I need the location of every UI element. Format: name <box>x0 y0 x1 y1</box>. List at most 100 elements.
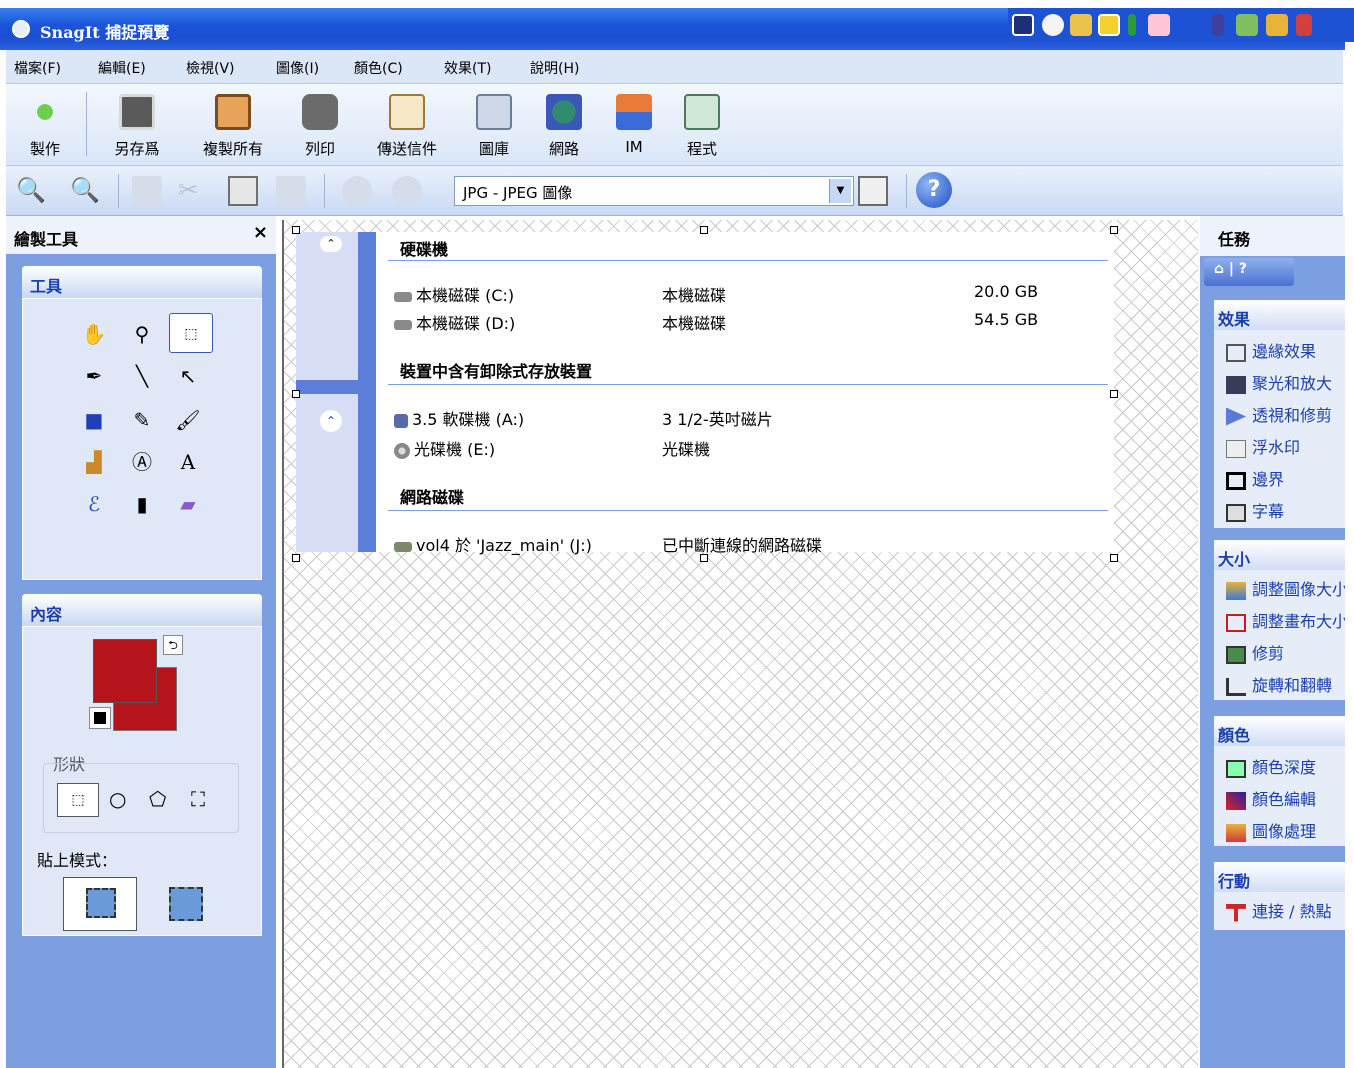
tray-icon-7[interactable] <box>1212 14 1224 36</box>
capture-canvas[interactable]: ⌃ ⌃ 硬碟機 本機磁碟 (C:) 本機磁碟 20.0 GB 本機磁碟 (D:)… <box>282 220 1198 1068</box>
dropdown-arrow-icon[interactable]: ▼ <box>829 179 851 203</box>
menu-view[interactable]: 檢視(V) <box>186 58 235 78</box>
eyedropper-tool-icon[interactable]: ✒ <box>79 361 109 391</box>
menu-color[interactable]: 顏色(C) <box>354 58 403 78</box>
captured-image[interactable]: ⌃ ⌃ 硬碟機 本機磁碟 (C:) 本機磁碟 20.0 GB 本機磁碟 (D:)… <box>296 232 1114 555</box>
drive-a-name: 3.5 軟碟機 (A:) <box>394 406 524 430</box>
capture-sidebar-divider <box>296 380 376 394</box>
link-hotspot-link[interactable]: 連接 / 熱點 <box>1226 898 1332 922</box>
paste-mode-transparent-icon[interactable] <box>159 881 213 929</box>
shape-rectangle-icon[interactable]: ⬚ <box>57 783 99 817</box>
close-icon[interactable]: × <box>253 222 268 243</box>
perspective-link[interactable]: 透視和修剪 <box>1226 402 1332 426</box>
shape-ellipse-icon[interactable]: ○ <box>109 787 126 811</box>
image-processing-link[interactable]: 圖像處理 <box>1226 818 1316 842</box>
tray-icon-2[interactable] <box>1042 14 1064 36</box>
zoom-out-icon[interactable]: 🔍 <box>70 176 100 206</box>
resize-handle-bl[interactable] <box>292 554 300 562</box>
tray-icon-1[interactable] <box>1012 14 1034 36</box>
im-people-icon <box>616 94 652 130</box>
menu-file[interactable]: 檔案(F) <box>14 58 61 78</box>
foreground-color-swatch[interactable] <box>93 639 157 703</box>
library-button[interactable]: 圖庫 <box>466 88 522 162</box>
watermark-link[interactable]: 浮水印 <box>1226 434 1300 458</box>
content-body: ⮌ 形狀 ⬚ ○ ⬠ ⛶ 貼上模式： <box>22 626 262 936</box>
fill-tool-icon[interactable]: ℰ <box>79 489 109 519</box>
menu-image[interactable]: 圖像(I) <box>276 58 319 78</box>
paste-mode-label: 貼上模式： <box>37 851 118 870</box>
spotlight-link[interactable]: 聚光和放大 <box>1226 370 1332 394</box>
send-mail-button[interactable]: 傳送信件 <box>362 88 452 162</box>
stamp-tool-icon[interactable]: ▟ <box>79 447 109 477</box>
section-removable: 裝置中含有卸除式存放裝置 <box>400 362 593 381</box>
color-edit-link[interactable]: 顏色編輯 <box>1226 786 1316 810</box>
reset-colors-icon[interactable] <box>89 707 111 729</box>
tray-icon-10[interactable] <box>1296 14 1312 36</box>
save-as-button[interactable]: 另存爲 <box>102 88 172 162</box>
text-tool-icon[interactable]: A <box>173 447 203 477</box>
im-button[interactable]: IM <box>606 88 662 162</box>
resize-image-link[interactable]: 調整圖像大小 <box>1226 576 1345 600</box>
window-title: SnagIt 捕捉預覽 <box>40 23 170 42</box>
border-icon <box>1226 471 1246 490</box>
shape-freehand-icon[interactable]: ⛶ <box>191 787 205 811</box>
zoom-in-icon[interactable]: 🔍 <box>16 176 46 206</box>
swap-colors-icon[interactable]: ⮌ <box>163 635 183 655</box>
menu-effects[interactable]: 效果(T) <box>444 58 491 78</box>
edge-effects-icon <box>1226 343 1246 362</box>
trim-link[interactable]: 修剪 <box>1226 640 1284 664</box>
resize-handle-br[interactable] <box>1110 554 1118 562</box>
tasks-home-icon[interactable]: ⌂ | ? <box>1204 258 1294 286</box>
arrow-tool-icon[interactable]: ↖ <box>173 361 203 391</box>
tray-icon-3[interactable] <box>1070 14 1092 36</box>
tray-icon-9[interactable] <box>1266 14 1288 36</box>
web-button[interactable]: 網路 <box>536 88 592 162</box>
copy-all-button[interactable]: 複製所有 <box>188 88 278 162</box>
callout-tool-icon[interactable]: Ⓐ <box>127 447 157 477</box>
copy-icon[interactable] <box>228 176 258 206</box>
color-depth-link[interactable]: 顏色深度 <box>1226 754 1316 778</box>
effects-group-title: 效果 <box>1214 300 1345 330</box>
program-button[interactable]: 程式 <box>674 88 730 162</box>
spray-tool-icon[interactable]: ▮ <box>127 489 157 519</box>
resize-canvas-link[interactable]: 調整畫布大小 <box>1226 608 1345 632</box>
resize-handle-bm[interactable] <box>700 554 708 562</box>
rotate-flip-link[interactable]: 旋轉和翻轉 <box>1226 672 1332 696</box>
format-select[interactable]: JPG - JPEG 圖像 ▼ <box>454 176 854 206</box>
menu-help[interactable]: 說明(H) <box>530 58 579 78</box>
tray-icon-8[interactable] <box>1236 14 1258 36</box>
brush-tool-icon[interactable]: 🖌 <box>173 405 203 435</box>
main-toolbar: 製作 另存爲 複製所有 列印 傳送信件 圖庫 網路 IM 程式 <box>6 84 1343 166</box>
eraser-tool-icon[interactable]: ▰ <box>173 489 203 519</box>
caption-link[interactable]: 字幕 <box>1226 498 1284 522</box>
resize-handle-mr[interactable] <box>1110 390 1118 398</box>
shape-tool-icon[interactable]: ■ <box>79 405 109 435</box>
drive-c-size: 20.0 GB <box>974 282 1039 301</box>
zoom-tool-icon[interactable]: ⚲ <box>127 319 157 349</box>
selection-tool-icon[interactable]: ⬚ <box>169 313 213 353</box>
line-tool-icon[interactable]: ╲ <box>127 361 157 391</box>
tasks-title: 任務 <box>1218 230 1251 249</box>
resize-handle-tm[interactable] <box>700 226 708 234</box>
shape-polygon-icon[interactable]: ⬠ <box>149 787 166 811</box>
tray-icon-6[interactable] <box>1148 14 1170 36</box>
tray-icon-4[interactable] <box>1098 14 1120 36</box>
toolbar-separator <box>324 174 325 208</box>
highlighter-tool-icon[interactable]: ✎ <box>127 405 157 435</box>
properties-icon[interactable] <box>858 176 888 206</box>
resize-handle-tl[interactable] <box>292 226 300 234</box>
paste-mode-opaque-icon[interactable] <box>63 877 137 931</box>
tray-icon-5[interactable] <box>1128 14 1136 36</box>
edge-effects-link[interactable]: 邊緣效果 <box>1226 338 1316 362</box>
resize-handle-ml[interactable] <box>292 390 300 398</box>
undo-icon <box>342 176 372 206</box>
resize-handle-tr[interactable] <box>1110 226 1118 234</box>
border-link[interactable]: 邊界 <box>1226 466 1284 490</box>
print-button[interactable]: 列印 <box>292 88 348 162</box>
trim-icon <box>1226 645 1246 664</box>
help-icon[interactable]: ? <box>916 172 952 208</box>
drive-e-name: 光碟機 (E:) <box>394 436 495 460</box>
hand-tool-icon[interactable]: ✋ <box>79 319 109 349</box>
create-button[interactable]: 製作 <box>12 88 78 162</box>
menu-edit[interactable]: 編輯(E) <box>98 58 146 78</box>
